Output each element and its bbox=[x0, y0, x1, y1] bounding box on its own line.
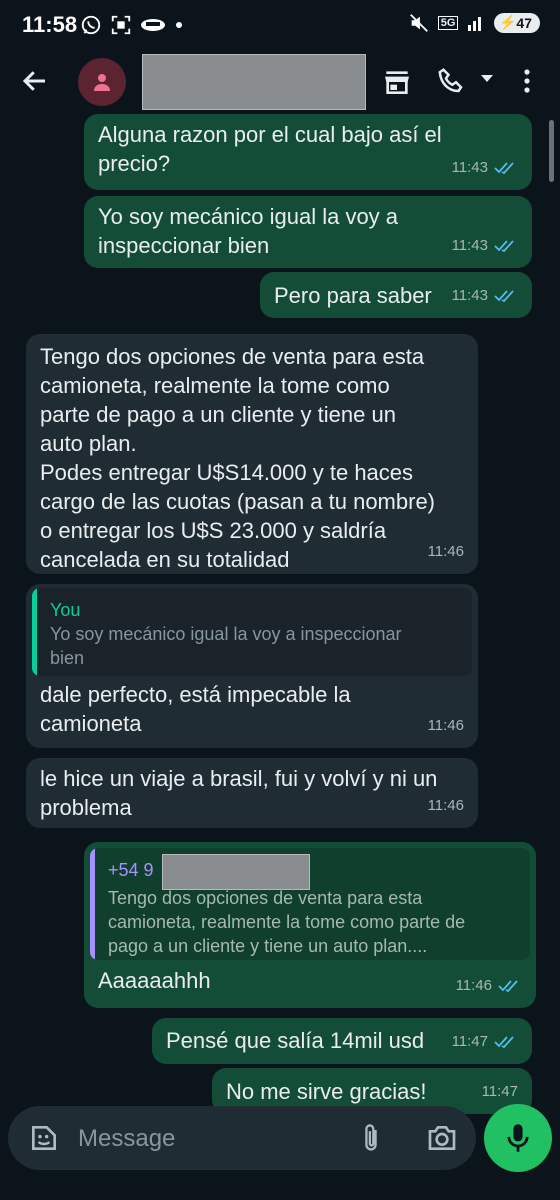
message-text: Pensé que salía 14mil usd bbox=[166, 1028, 425, 1053]
message-outgoing[interactable]: Pensé que salía 14mil usd 11:47 bbox=[152, 1018, 532, 1064]
quoted-message[interactable]: +54 9 Tengo dos opciones de venta para e… bbox=[90, 848, 530, 960]
quote-text: Tengo dos opciones de venta para esta ca… bbox=[108, 888, 466, 956]
message-text: Pero para saber bbox=[274, 283, 432, 308]
message-text: Aaaaaahhh bbox=[98, 968, 211, 993]
whatsapp-icon bbox=[81, 15, 101, 35]
quote-bar bbox=[32, 588, 37, 676]
message-meta: 11:43 bbox=[452, 153, 518, 182]
mute-icon bbox=[409, 14, 428, 32]
message-input[interactable] bbox=[76, 1120, 330, 1158]
message-text: Tengo dos opciones de venta para esta ca… bbox=[40, 344, 436, 572]
screenshot-icon bbox=[111, 15, 131, 35]
message-text: Yo soy mecánico igual la voy a inspeccio… bbox=[98, 204, 399, 258]
message-time: 11:43 bbox=[451, 237, 488, 254]
double-check-icon bbox=[494, 161, 514, 174]
double-check-icon bbox=[498, 979, 518, 992]
back-arrow-icon[interactable] bbox=[20, 66, 50, 96]
quote-text: Yo soy mecánico igual la voy a inspeccio… bbox=[50, 624, 402, 668]
message-meta: 11:43 bbox=[452, 231, 518, 260]
quoted-message[interactable]: You Yo soy mecánico igual la voy a inspe… bbox=[32, 588, 472, 676]
double-check-icon bbox=[494, 289, 514, 302]
message-time: 11:46 bbox=[427, 797, 464, 814]
message-composer bbox=[8, 1106, 476, 1170]
camera-icon[interactable] bbox=[426, 1122, 458, 1154]
quote-author: +54 9 bbox=[108, 860, 154, 880]
message-time: 11:43 bbox=[451, 287, 488, 304]
status-notification-icons bbox=[80, 14, 184, 36]
mic-icon bbox=[507, 1124, 529, 1152]
message-meta: 11:47 bbox=[452, 1027, 518, 1056]
double-check-icon bbox=[494, 1035, 514, 1048]
message-text: Alguna razon por el cual bajo así el pre… bbox=[98, 122, 442, 176]
phone-icon[interactable] bbox=[436, 66, 466, 96]
battery-level: 47 bbox=[516, 15, 532, 31]
status-bar: 11:58 5G ⚡ 47 bbox=[0, 0, 560, 52]
chat-header bbox=[0, 52, 560, 112]
emoji-icon[interactable] bbox=[28, 1122, 60, 1154]
status-system-icons: 5G ⚡ 47 bbox=[408, 12, 540, 34]
mic-button[interactable] bbox=[484, 1104, 552, 1172]
message-text: No me sirve gracias! bbox=[226, 1079, 427, 1104]
message-text: dale perfecto, está impecable la camione… bbox=[40, 682, 351, 736]
message-text: le hice un viaje a brasil, fui y volví y… bbox=[40, 766, 438, 820]
avatar[interactable] bbox=[78, 58, 126, 106]
message-time: 11:46 bbox=[427, 543, 464, 560]
message-time: 11:47 bbox=[451, 1033, 488, 1050]
message-meta: 11:43 bbox=[452, 281, 518, 310]
person-icon bbox=[94, 74, 110, 91]
dot-icon bbox=[176, 22, 182, 28]
message-incoming[interactable]: le hice un viaje a brasil, fui y volví y… bbox=[26, 758, 478, 828]
caret-down-icon[interactable] bbox=[480, 74, 494, 84]
message-meta: 11:46 bbox=[428, 711, 464, 740]
message-meta: 11:46 bbox=[456, 971, 522, 1000]
message-time: 11:47 bbox=[481, 1083, 518, 1100]
message-outgoing-reply[interactable]: +54 9 Tengo dos opciones de venta para e… bbox=[84, 842, 536, 1008]
battery-bolt-icon: ⚡ bbox=[499, 14, 517, 30]
quote-author: You bbox=[50, 600, 81, 620]
quote-author-redacted bbox=[162, 854, 310, 890]
message-outgoing[interactable]: Pero para saber 11:43 bbox=[260, 272, 532, 318]
message-incoming-reply[interactable]: You Yo soy mecánico igual la voy a inspe… bbox=[26, 584, 478, 748]
network-type: 5G bbox=[437, 16, 459, 30]
message-meta: 11:46 bbox=[428, 791, 464, 820]
chat-area[interactable]: Alguna razon por el cual bajo así el pre… bbox=[0, 112, 560, 1200]
double-check-icon bbox=[494, 239, 514, 252]
car-icon bbox=[141, 19, 165, 31]
more-vert-icon[interactable] bbox=[520, 66, 534, 96]
message-meta: 11:46 bbox=[428, 537, 464, 566]
store-icon[interactable] bbox=[381, 66, 413, 98]
message-time: 11:46 bbox=[427, 717, 464, 734]
message-incoming[interactable]: Tengo dos opciones de venta para esta ca… bbox=[26, 334, 478, 574]
signal-icon bbox=[468, 17, 482, 31]
attach-icon[interactable] bbox=[358, 1122, 384, 1154]
status-time: 11:58 bbox=[22, 12, 78, 37]
scrollbar-thumb[interactable] bbox=[549, 120, 554, 182]
contact-name-redacted[interactable] bbox=[142, 54, 366, 110]
message-outgoing[interactable]: Yo soy mecánico igual la voy a inspeccio… bbox=[84, 196, 532, 268]
message-time: 11:46 bbox=[455, 977, 492, 994]
message-outgoing[interactable]: Alguna razon por el cual bajo así el pre… bbox=[84, 114, 532, 190]
battery-indicator: ⚡ 47 bbox=[494, 13, 540, 33]
quote-bar bbox=[90, 848, 95, 960]
message-time: 11:43 bbox=[451, 159, 488, 176]
message-meta: 11:47 bbox=[482, 1077, 518, 1106]
